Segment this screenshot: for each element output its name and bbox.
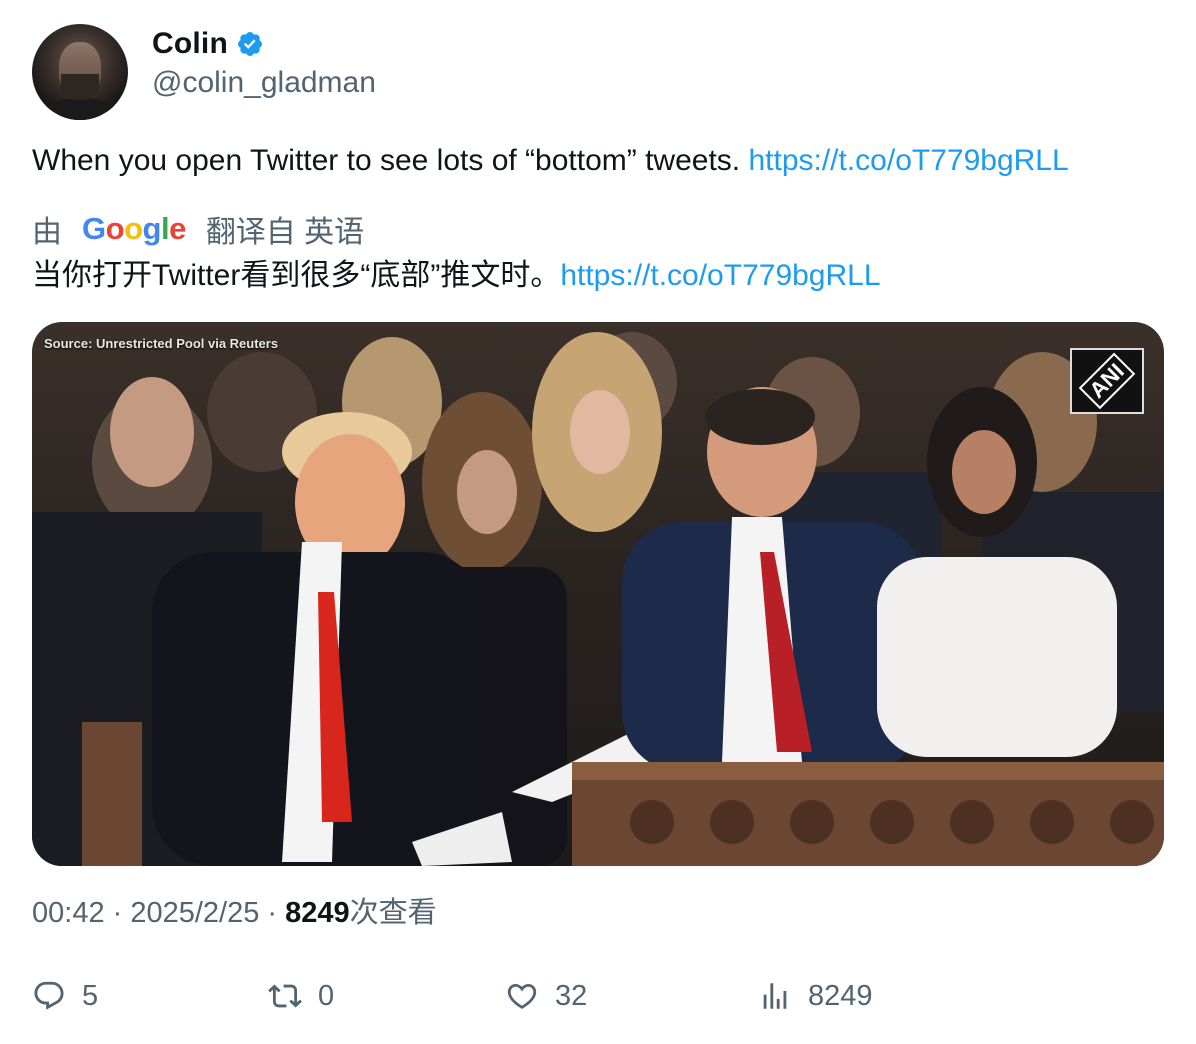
action-bar: 5 0 32 8249 xyxy=(32,974,1164,1018)
tweet-meta: 00:42 · 2025/2/25 · 8249次查看 xyxy=(32,889,437,931)
avatar[interactable] xyxy=(32,24,128,120)
translation-suffix: 翻译自 英语 xyxy=(205,216,365,249)
repost-count: 0 xyxy=(318,979,335,1012)
verified-badge-icon xyxy=(238,32,262,56)
repost-button[interactable]: 0 xyxy=(268,974,334,1018)
translation-attribution: 由 Google 翻译自 英语 xyxy=(32,209,364,249)
tweet-time[interactable]: 00:42 xyxy=(32,897,105,929)
translation-prefix: 由 xyxy=(32,216,62,249)
tweet-text: When you open Twitter to see lots of “bo… xyxy=(32,142,1069,180)
ani-watermark: ANI xyxy=(1070,348,1144,414)
like-button[interactable]: 32 xyxy=(505,974,587,1018)
views-count: 8249 xyxy=(808,979,873,1012)
repost-icon xyxy=(268,984,302,1008)
tweet-body: When you open Twitter to see lots of “bo… xyxy=(32,144,749,177)
display-name[interactable]: Colin xyxy=(152,27,228,61)
reply-icon xyxy=(34,981,64,1010)
google-logo: Google xyxy=(82,211,186,246)
translated-link[interactable]: https://t.co/oT779bgRLL xyxy=(560,259,880,292)
reply-count: 5 xyxy=(82,979,99,1012)
views-button[interactable]: 8249 xyxy=(758,974,873,1018)
tweet-link[interactable]: https://t.co/oT779bgRLL xyxy=(748,144,1068,177)
translated-body: 当你打开Twitter看到很多“底部”推文时。 xyxy=(32,259,561,292)
author-names: Colin @colin_gladman xyxy=(152,26,376,100)
meta-separator-2: · xyxy=(259,897,286,929)
ani-watermark-text: ANI xyxy=(1078,352,1136,410)
translated-text: 当你打开Twitter看到很多“底部”推文时。https://t.co/oT77… xyxy=(32,257,881,295)
display-name-row: Colin xyxy=(152,26,376,62)
like-icon xyxy=(507,983,537,1009)
tweet-header: Colin @colin_gladman xyxy=(32,24,376,120)
like-count: 32 xyxy=(555,979,588,1012)
video-media[interactable]: Source: Unrestricted Pool via Reuters AN… xyxy=(32,322,1164,866)
tweet-date[interactable]: 2025/2/25 xyxy=(130,897,259,929)
author-handle[interactable]: @colin_gladman xyxy=(152,66,376,100)
meta-separator-1: · xyxy=(104,897,131,929)
avatar-beard xyxy=(61,74,99,100)
views-icon xyxy=(763,983,787,1009)
media-source-caption: Source: Unrestricted Pool via Reuters xyxy=(44,336,279,351)
view-count: 8249 xyxy=(285,897,350,929)
avatar-shoulders xyxy=(38,98,122,120)
view-count-label: 次查看 xyxy=(349,897,437,929)
reply-button[interactable]: 5 xyxy=(32,974,98,1018)
video-frame xyxy=(32,332,1164,866)
